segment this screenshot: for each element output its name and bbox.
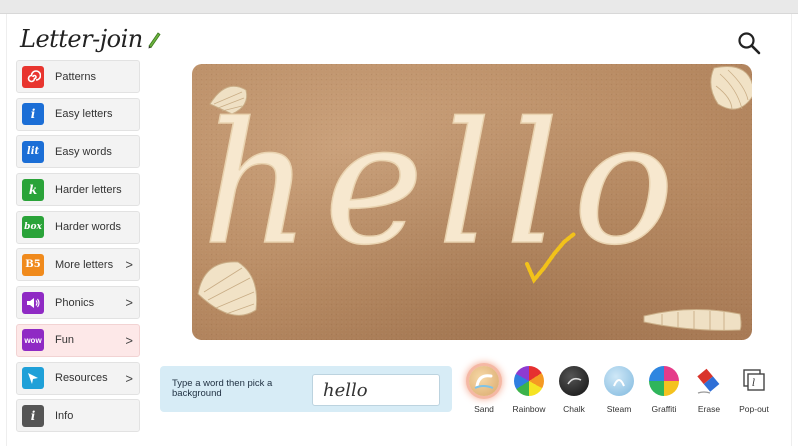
top-bar: [0, 0, 798, 14]
canvas-art: hello: [197, 66, 752, 331]
eraser-icon: [694, 366, 724, 396]
svg-text:l: l: [752, 378, 755, 389]
background-option-erase[interactable]: Erase: [687, 366, 731, 416]
chevron-right-icon: >: [125, 257, 133, 273]
easy-words-icon: lit: [22, 140, 44, 163]
sidebar-item-label: Phonics: [55, 296, 95, 309]
pencil-icon: [148, 32, 161, 49]
chevron-right-icon: >: [125, 295, 133, 311]
sand-icon: [469, 366, 499, 396]
sidebar-item-easy-letters[interactable]: i Easy letters: [16, 97, 140, 131]
logo-text: Letter-join: [20, 25, 143, 53]
writing-canvas[interactable]: hello: [192, 64, 752, 340]
background-option-graffiti[interactable]: Graffiti: [642, 366, 686, 416]
chevron-right-icon: >: [125, 370, 133, 386]
background-option-pop-out[interactable]: l Pop-out: [732, 366, 776, 416]
harder-words-icon: box: [22, 216, 44, 239]
sidebar-item-label: Easy letters: [55, 108, 113, 121]
graffiti-icon: [649, 366, 679, 396]
speaker-icon: [22, 291, 44, 314]
steam-icon: [604, 366, 634, 396]
seashell-bottom-right: [643, 309, 742, 331]
info-icon: i: [22, 404, 44, 427]
word-entry-instructions: Type a word then pick a background: [172, 378, 273, 399]
rainbow-icon: [514, 366, 544, 396]
sidebar-item-patterns[interactable]: Patterns: [16, 60, 140, 93]
chevron-right-icon: >: [125, 332, 133, 348]
background-option-label: Steam: [606, 404, 632, 414]
seashell-top-right: [710, 66, 752, 111]
sidebar-item-label: Info: [55, 409, 74, 422]
word-entry-panel: Type a word then pick a background: [160, 366, 452, 412]
sidebar-item-label: Easy words: [55, 145, 112, 158]
spiral-icon: [22, 65, 44, 88]
background-option-label: Rainbow: [512, 404, 546, 414]
wow-icon: wow: [22, 329, 44, 352]
harder-letters-icon: k: [22, 178, 44, 201]
sidebar-item-label: Resources: [55, 372, 108, 384]
sidebar-item-label: Fun: [55, 334, 74, 347]
sidebar-item-label: More letters: [55, 258, 114, 271]
background-option-label: Graffiti: [651, 404, 677, 414]
sidebar-item-phonics[interactable]: Phonics >: [16, 286, 140, 320]
word-input[interactable]: [312, 374, 440, 406]
background-picker: Sand Rainbow Chalk Steam Graffiti Erase …: [462, 366, 777, 416]
canvas-word: hello: [202, 86, 688, 282]
easy-letters-icon: i: [22, 103, 44, 126]
sidebar-item-harder-words[interactable]: box Harder words: [16, 210, 140, 244]
chalk-icon: [559, 366, 589, 396]
sidebar-item-resources[interactable]: Resources >: [16, 361, 140, 395]
pop-out-icon: l: [739, 366, 769, 396]
background-option-label: Sand: [474, 404, 494, 414]
background-option-sand[interactable]: Sand: [462, 366, 506, 416]
background-option-label: Pop-out: [739, 404, 769, 414]
background-option-label: Erase: [697, 404, 721, 414]
sidebar-item-fun[interactable]: wow Fun >: [16, 323, 140, 357]
sidebar-item-label: Harder letters: [55, 183, 122, 196]
sidebar-item-more-letters[interactable]: B5 More letters >: [16, 248, 140, 282]
sidebar: Patterns i Easy letters lit Easy words k…: [16, 60, 140, 437]
more-letters-icon: B5: [22, 253, 44, 276]
background-option-chalk[interactable]: Chalk: [552, 366, 596, 416]
sidebar-item-label: Patterns: [55, 70, 96, 83]
cursor-arrow-icon: [22, 367, 44, 389]
sidebar-item-info[interactable]: i Info: [16, 399, 140, 433]
background-option-rainbow[interactable]: Rainbow: [507, 366, 551, 416]
sidebar-item-easy-words[interactable]: lit Easy words: [16, 135, 140, 169]
sidebar-item-label: Harder words: [55, 221, 122, 234]
background-option-steam[interactable]: Steam: [597, 366, 641, 416]
search-icon[interactable]: [736, 30, 762, 56]
background-option-label: Chalk: [563, 404, 585, 414]
sidebar-item-harder-letters[interactable]: k Harder letters: [16, 173, 140, 207]
logo[interactable]: Letter-join: [20, 24, 162, 54]
